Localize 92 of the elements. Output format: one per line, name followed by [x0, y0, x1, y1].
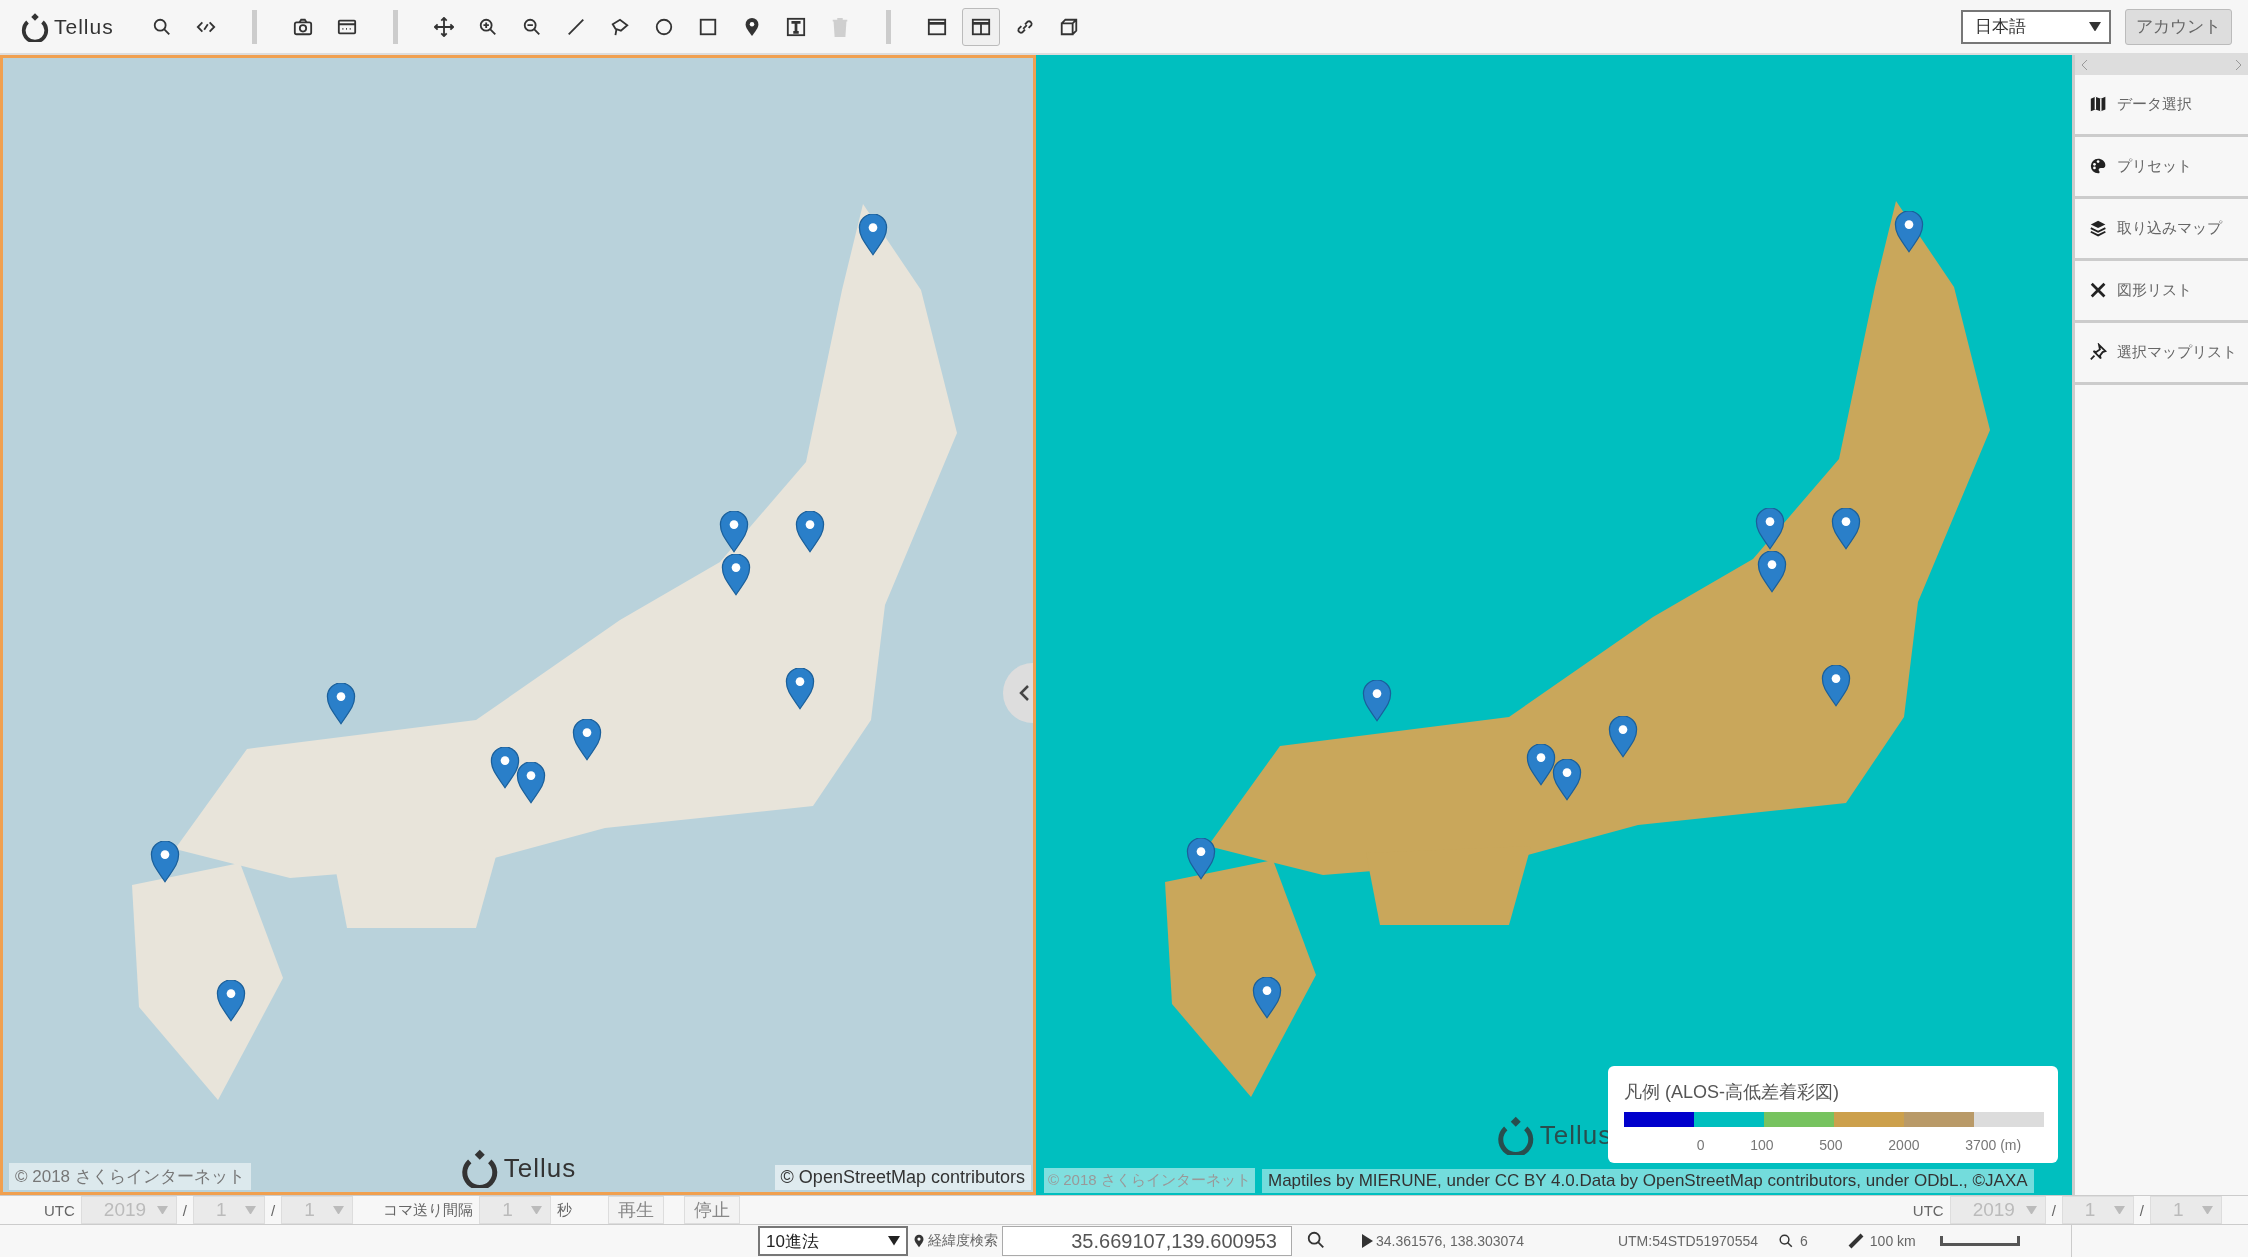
line-icon — [565, 16, 586, 37]
account-button[interactable]: アカウント — [2125, 8, 2232, 45]
legend-label: 0 — [1696, 1137, 1705, 1153]
zoom-out-icon — [521, 16, 542, 37]
zoom-level: 6 — [1800, 1233, 1808, 1249]
caret-icon — [2202, 1205, 2213, 1215]
map-pin-icon[interactable] — [215, 979, 246, 1022]
caret-icon — [2025, 1205, 2037, 1215]
move-icon — [433, 16, 454, 37]
logo-text: Tellus — [1539, 1119, 1613, 1151]
search-icon — [1306, 1229, 1326, 1250]
chevron-left-icon — [2081, 59, 2089, 71]
unit-label: 秒 — [557, 1200, 573, 1220]
map-pin-icon[interactable] — [858, 213, 889, 256]
map-pin-icon[interactable] — [1525, 744, 1556, 787]
map-pin-icon[interactable] — [795, 510, 826, 553]
cursor-icon — [1360, 1233, 1374, 1249]
sidebar-item[interactable]: データ選択 — [2075, 75, 2248, 137]
logo-icon — [459, 1148, 500, 1188]
map-pin-icon[interactable] — [1607, 715, 1638, 758]
utm-coordinates: UTM:54STD51970554 — [1617, 1233, 1758, 1249]
legend-label: 500 — [1819, 1137, 1843, 1153]
caret-icon — [333, 1205, 345, 1215]
camera-icon — [292, 16, 313, 37]
utc-label: UTC — [1912, 1201, 1944, 1219]
ruler-icon — [1847, 1233, 1864, 1249]
copyright-text: © 2018 さくらインターネット — [9, 1163, 251, 1190]
window-icon — [926, 16, 947, 37]
caret-icon — [888, 1236, 900, 1246]
cursor-coordinates: 34.361576, 138.303074 — [1376, 1233, 1524, 1249]
legend-label: 3700 (m) — [1965, 1137, 2022, 1153]
map-pin-icon[interactable] — [489, 747, 520, 790]
slash-separator: / — [2139, 1201, 2144, 1219]
map-pin-icon[interactable] — [785, 668, 816, 711]
chevron-right-icon — [2234, 59, 2242, 71]
logo-text: Tellus — [503, 1152, 577, 1184]
search-icon — [1778, 1233, 1794, 1249]
scale-label: 100 km — [1869, 1233, 1916, 1249]
sidebar-item[interactable]: 図形リスト — [2075, 261, 2248, 323]
caret-icon — [245, 1205, 256, 1215]
attribution-text: © OpenStreetMap contributors — [774, 1165, 1031, 1190]
coordinate-field[interactable]: 35.669107,139.600953 — [1002, 1226, 1292, 1256]
map-pin-icon[interactable] — [1251, 976, 1282, 1019]
sidebar-item[interactable]: プリセット — [2075, 137, 2248, 199]
legend-title: 凡例 (ALOS-高低差着彩図) — [1624, 1081, 1840, 1104]
map-pin-icon[interactable] — [571, 718, 602, 761]
caret-icon — [2089, 21, 2101, 32]
logo-text: Tellus — [54, 14, 114, 39]
toolbar-button[interactable] — [961, 7, 1000, 46]
map-pin-icon[interactable] — [1755, 507, 1786, 550]
map-pin-icon[interactable] — [719, 510, 750, 553]
map-pin-icon[interactable] — [1821, 665, 1852, 708]
pushpin-icon — [2089, 342, 2109, 363]
logo-icon — [20, 11, 50, 42]
map-pin-icon[interactable] — [149, 840, 180, 883]
caret-icon — [531, 1205, 543, 1215]
interval-label: コマ送り間隔 — [383, 1200, 474, 1220]
legend-label: 2000 — [1888, 1137, 1920, 1153]
map-pin-icon[interactable] — [1551, 758, 1582, 801]
format-select[interactable]: 10進法 — [758, 1226, 908, 1256]
search-icon — [151, 16, 172, 37]
map-pin-icon[interactable] — [720, 553, 751, 596]
language-select[interactable]: 日本語 — [1961, 9, 2111, 44]
map-pin-icon[interactable] — [1831, 507, 1862, 550]
map-pin-icon[interactable] — [326, 682, 357, 725]
map-pin-icon[interactable] — [1362, 679, 1393, 722]
map-pin-icon[interactable] — [1756, 550, 1787, 593]
zoom-in-icon — [477, 16, 498, 37]
slash-separator: / — [271, 1201, 276, 1219]
sidebar-item[interactable]: 選択マップリスト — [2075, 323, 2248, 385]
sidebar-item[interactable]: 取り込みマップ — [2075, 199, 2248, 261]
legend-label: 100 — [1750, 1137, 1774, 1153]
slash-separator: / — [182, 1201, 187, 1219]
slash-separator: / — [2051, 1201, 2056, 1219]
search-label: 経緯度検索 — [928, 1232, 998, 1250]
circle-icon — [653, 16, 674, 37]
caret-icon — [2113, 1205, 2125, 1215]
utc-label: UTC — [44, 1201, 75, 1219]
cube-icon — [1058, 16, 1079, 37]
lasso-icon — [609, 16, 630, 37]
map-pin-icon[interactable] — [1185, 837, 1216, 880]
marker-icon — [912, 1234, 926, 1248]
attribution-text: Maptiles by MIERUNE, under CC BY 4.0.Data by OpenStreetMap contributors, under ODbL., ©JAXA — [1262, 1169, 2034, 1193]
map-pin-icon[interactable] — [515, 761, 546, 804]
logo-icon — [1495, 1115, 1536, 1155]
copyright-text: © 2018 さくらインターネット — [1044, 1168, 1255, 1193]
caret-icon — [156, 1205, 168, 1215]
map-pin-icon[interactable] — [1894, 210, 1925, 253]
layers-icon — [2089, 218, 2109, 239]
split-view-icon — [970, 16, 991, 37]
square-icon — [697, 16, 718, 37]
text-tool-icon — [785, 16, 806, 37]
